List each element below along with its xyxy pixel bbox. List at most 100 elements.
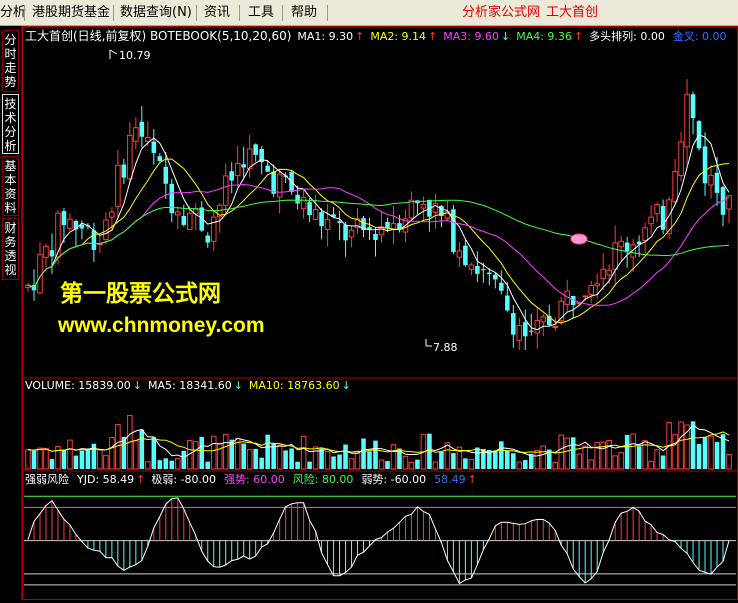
candle-body [540, 316, 547, 323]
menu-analysis[interactable]: 分析 [0, 0, 26, 26]
volume-bar [205, 461, 211, 469]
main-ind-item: MA1: 9.30 [297, 30, 353, 43]
volume-bar [295, 461, 300, 469]
candle-body [348, 229, 355, 238]
volume-bar [630, 433, 636, 470]
volume-bar [618, 452, 624, 470]
volume-bar [109, 437, 115, 470]
volume-bar [373, 440, 378, 469]
volume-bar [157, 460, 163, 469]
volume-bar [451, 453, 456, 469]
candle-body [133, 127, 139, 142]
volume-bar [468, 459, 475, 470]
volume-bar [343, 444, 348, 469]
candle-body [702, 146, 708, 184]
volume-bar [337, 454, 342, 469]
volume-bar [307, 461, 312, 469]
volume-bar [192, 441, 199, 470]
volume-bar [702, 437, 708, 469]
candle-body [337, 221, 342, 223]
volume-bar [181, 450, 187, 469]
volume-bar [97, 449, 103, 470]
candle-body [516, 325, 523, 341]
candle-body [594, 283, 600, 287]
candle-body [432, 203, 439, 213]
main-ind-item: MA4: 9.36 [516, 30, 572, 43]
candle-body [175, 211, 181, 216]
tab-intraday[interactable]: 分时走势 [2, 30, 19, 92]
chart-frame [22, 26, 738, 600]
volume-bar [31, 450, 37, 469]
trend-arrow-icon: ↑ [136, 473, 145, 486]
candle-body [463, 245, 468, 266]
menu-separator [327, 5, 328, 21]
volume-bar [708, 435, 714, 470]
volume-bar [672, 434, 678, 470]
watermark-url: www.chnmoney.com [58, 314, 265, 337]
volume-bars [25, 414, 732, 470]
chart-area[interactable]: 工大首创(日线,前复权) BOTEBOOK(5,10,20,60) MA1: 9… [22, 26, 738, 600]
volume-bar [175, 458, 181, 470]
volume-bar [133, 440, 139, 470]
volume-bar [25, 449, 31, 470]
side-tab-bar: 分时走势 技术分析 基本资料 财务透视 [0, 26, 22, 600]
candle-body [511, 313, 516, 335]
volume-bar [678, 421, 684, 470]
volume-bar [253, 448, 258, 469]
candle-body [654, 203, 660, 215]
volume-bar [276, 444, 283, 470]
menu-formula-site[interactable]: 分析家公式网 [462, 0, 540, 26]
candle-body [169, 183, 175, 214]
candle-body [624, 242, 630, 252]
volume-bar [361, 438, 366, 469]
volume-bar [696, 444, 702, 469]
volume-bar [289, 448, 294, 469]
trend-arrow-icon: ↑ [428, 30, 437, 43]
volume-bar [312, 446, 319, 470]
tab-technical[interactable]: 技术分析 [2, 94, 19, 154]
volume-bar [331, 456, 336, 469]
menu-tools[interactable]: 工具 [248, 0, 274, 26]
tab-fundamentals[interactable]: 基本资料 [2, 156, 19, 216]
candle-body [714, 172, 720, 193]
volume-bar [300, 435, 307, 470]
menu-help[interactable]: 帮助 [291, 0, 317, 26]
candle-body [684, 93, 690, 148]
candle-body [61, 211, 67, 226]
candle-body [529, 330, 534, 332]
volume-bar [49, 459, 55, 469]
volume-bar [624, 434, 630, 469]
candle-body [343, 224, 348, 241]
volume-bar [216, 442, 223, 470]
tab-financials[interactable]: 财务透视 [2, 218, 19, 280]
menu-hk-futures-funds[interactable]: 港股期货基金 [32, 0, 110, 26]
main-ind-item: 金叉: 0.00 [673, 29, 727, 43]
menu-stock-name[interactable]: 工大首创 [546, 0, 598, 26]
menu-data-query[interactable]: 数据查询(N) [120, 0, 192, 26]
low-price-marker: 7.88 [425, 339, 458, 354]
candle-body [642, 227, 648, 241]
volume-bar [726, 453, 732, 470]
osc-ind-item: YJD: 58.49 [76, 473, 134, 486]
candle-body [121, 164, 127, 178]
volume-bar [499, 441, 504, 469]
volume-bar [690, 421, 696, 469]
candle-body [481, 269, 486, 271]
volume-bar [324, 450, 331, 470]
volume-bar [139, 429, 145, 469]
candle-body [234, 163, 241, 177]
volume-bar [163, 458, 169, 469]
candle-body [67, 218, 73, 229]
chart-canvas[interactable]: 工大首创(日线,前复权) BOTEBOOK(5,10,20,60) MA1: 9… [22, 26, 738, 600]
menu-separator [239, 5, 240, 21]
volume-bar [511, 453, 516, 469]
vol-ind-item: MA5: 18341.60 [148, 379, 232, 392]
candle-body [163, 166, 169, 184]
candle-body [499, 282, 504, 291]
candle-body [186, 212, 193, 231]
candle-body [672, 170, 678, 203]
candle-body [241, 164, 246, 168]
volume-bar [594, 441, 600, 470]
menu-news[interactable]: 资讯 [204, 0, 230, 26]
main-ind-item: MA2: 9.14 [370, 30, 426, 43]
